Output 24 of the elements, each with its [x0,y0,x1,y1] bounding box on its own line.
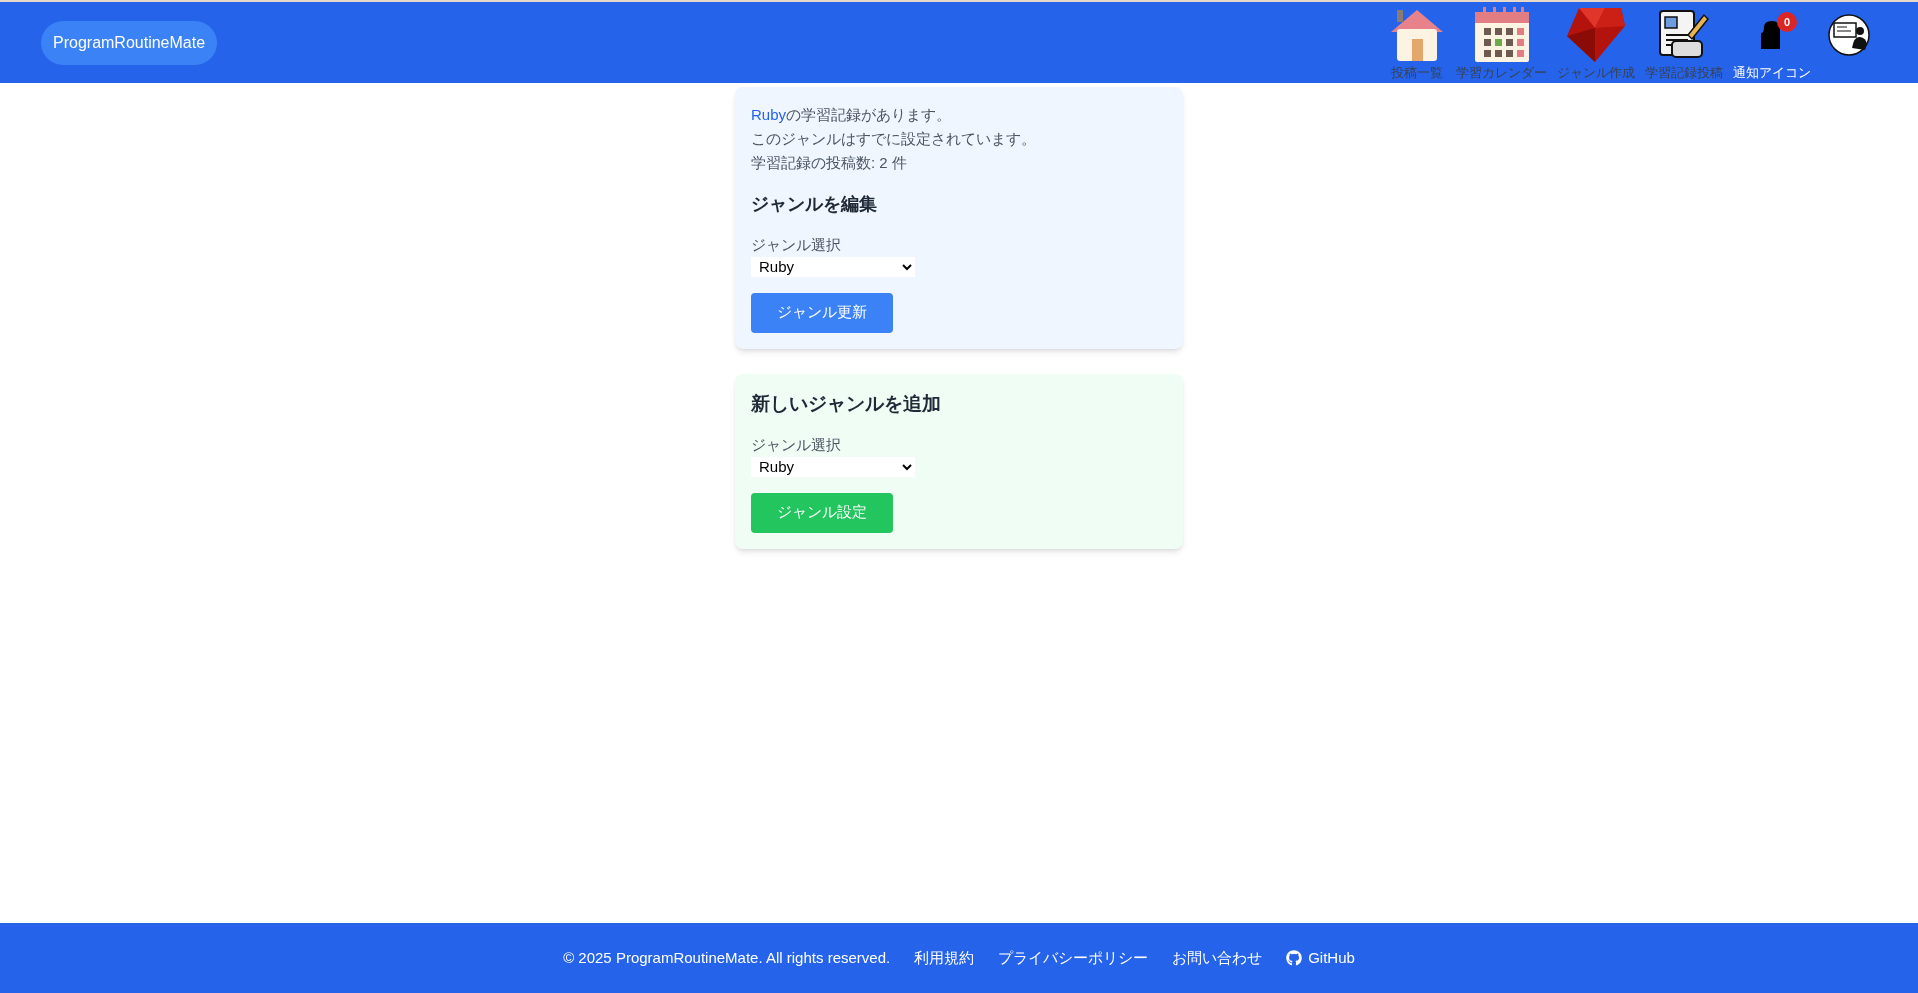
select-label: ジャンル選択 [751,435,841,455]
notification-badge: 0 [1777,12,1797,32]
genre-select[interactable]: Ruby [751,256,915,277]
nav-link[interactable]: 通知アイコン [1733,66,1811,79]
genre-select[interactable]: Ruby [751,456,915,477]
card-title: ジャンルを編集 [751,193,878,216]
genre-link[interactable]: Ruby [751,106,787,123]
document-pencil-icon [1658,9,1710,61]
status-text: このジャンルはすでに設定されています。 [751,129,1037,149]
footer-link[interactable]: プライバシーポリシー [998,946,1149,970]
card-title: 新しいジャンルを追加 [751,391,942,416]
footer-link[interactable]: GitHub [1286,946,1355,970]
avatar-icon[interactable] [1828,14,1870,56]
gem-icon [1565,6,1627,64]
record-notice: Rubyの学習記録があります。 [751,105,953,125]
post-count: 学習記録の投稿数: 2 件 [751,153,908,173]
copyright-text: © 2025 ProgramRoutineMate. All rights reserved. [563,947,891,968]
logo-link[interactable]: ProgramRoutineMate [41,20,218,65]
calendar-icon [1472,6,1531,64]
github-icon [1286,950,1303,966]
footer-link[interactable]: お問い合わせ [1172,946,1263,970]
footer-link[interactable]: 利用規約 [914,946,975,970]
select-label: ジャンル選択 [751,235,841,255]
update-genre-button[interactable]: ジャンル更新 [751,292,893,333]
